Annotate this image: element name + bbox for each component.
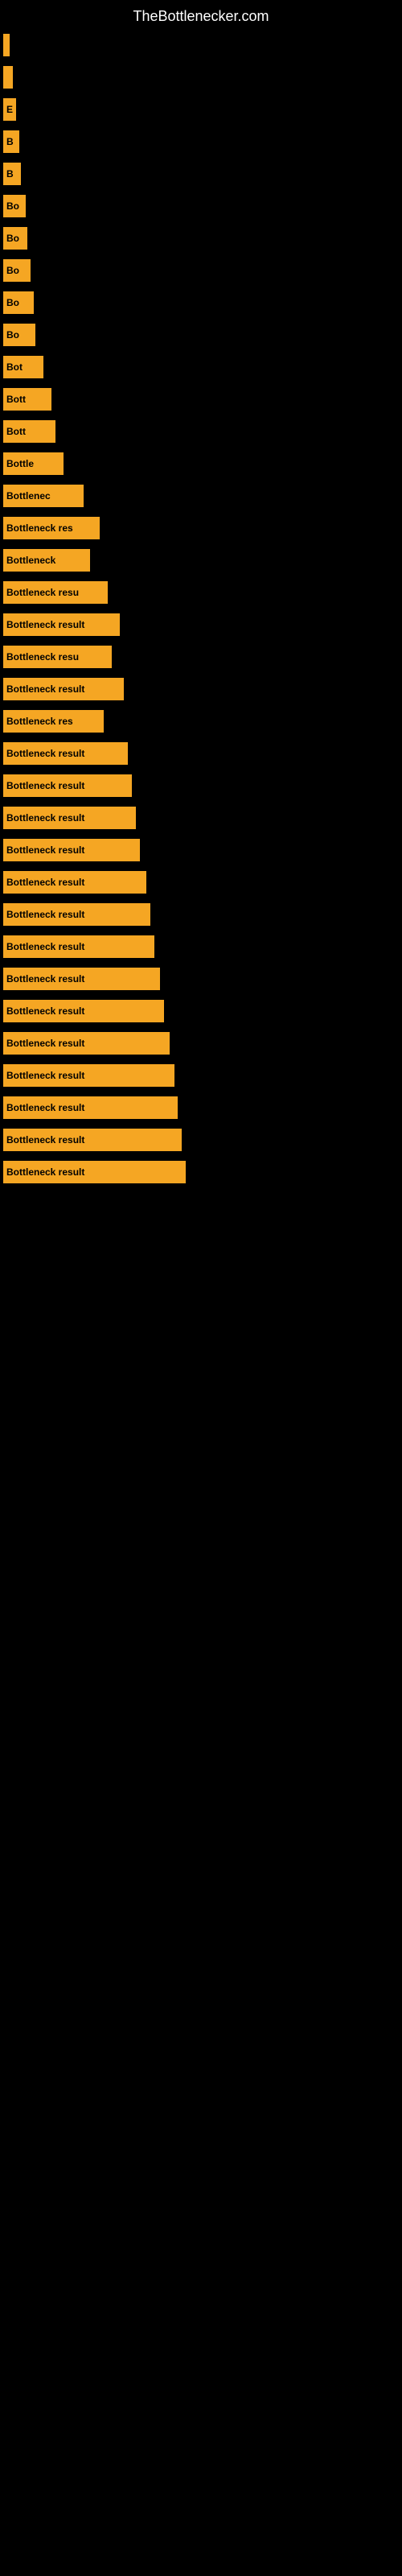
- bar-row: B: [0, 158, 402, 190]
- bar-row: Bottleneck res: [0, 705, 402, 737]
- bar-row: Bo: [0, 190, 402, 222]
- bar-item: Bottleneck res: [3, 710, 104, 733]
- bar-item: Bottleneck result: [3, 1096, 178, 1119]
- bar-row: Bottleneck result: [0, 963, 402, 995]
- bar-item: B: [3, 130, 19, 153]
- bar-item: Bo: [3, 259, 31, 282]
- bar-item: Bottleneck result: [3, 1161, 186, 1183]
- bar-item: Bottleneck result: [3, 807, 136, 829]
- bar-item: Bottleneck result: [3, 1064, 174, 1087]
- site-title: TheBottlenecker.com: [0, 0, 402, 29]
- bar-item: Bottleneck result: [3, 1129, 182, 1151]
- bar-row: Bottleneck result: [0, 1027, 402, 1059]
- bar-row: Bottleneck result: [0, 770, 402, 802]
- bar-item: Bo: [3, 324, 35, 346]
- bar-row: Bo: [0, 287, 402, 319]
- bar-row: Bottle: [0, 448, 402, 480]
- bar-item: Bottleneck result: [3, 678, 124, 700]
- bar-row: Bottleneck result: [0, 1124, 402, 1156]
- bar-item: Bo: [3, 291, 34, 314]
- bar-item: Bottle: [3, 452, 64, 475]
- bar-item: Bott: [3, 420, 55, 443]
- bar-item: [3, 34, 10, 56]
- bar-item: Bot: [3, 356, 43, 378]
- bar-row: Bottleneck result: [0, 931, 402, 963]
- bar-item: B: [3, 163, 21, 185]
- bar-item: Bottleneck result: [3, 935, 154, 958]
- bar-item: Bo: [3, 195, 26, 217]
- bar-item: E: [3, 98, 16, 121]
- bar-row: Bottleneck result: [0, 834, 402, 866]
- bar-row: Bottleneck result: [0, 1059, 402, 1092]
- bar-item: [3, 66, 13, 89]
- bar-row: B: [0, 126, 402, 158]
- bar-row: Bottleneck result: [0, 1156, 402, 1188]
- bar-item: Bottleneck result: [3, 613, 120, 636]
- bar-item: Bottleneck res: [3, 517, 100, 539]
- bar-row: Bottleneck result: [0, 1092, 402, 1124]
- bar-row: Bottleneck result: [0, 898, 402, 931]
- bar-item: Bottleneck: [3, 549, 90, 572]
- bar-row: Bott: [0, 383, 402, 415]
- bar-item: Bottlenec: [3, 485, 84, 507]
- bar-row: Bot: [0, 351, 402, 383]
- bar-item: Bott: [3, 388, 51, 411]
- bar-item: Bottleneck result: [3, 774, 132, 797]
- bar-item: Bottleneck result: [3, 1000, 164, 1022]
- bar-item: Bottleneck result: [3, 1032, 170, 1055]
- bar-row: Bottleneck result: [0, 866, 402, 898]
- bar-item: Bottleneck result: [3, 742, 128, 765]
- bar-row: Bottleneck resu: [0, 576, 402, 609]
- bar-row: Bottleneck result: [0, 609, 402, 641]
- bar-row: Bo: [0, 319, 402, 351]
- bar-row: [0, 29, 402, 61]
- bar-item: Bottleneck resu: [3, 581, 108, 604]
- bar-row: Bottleneck res: [0, 512, 402, 544]
- bar-row: Bottleneck: [0, 544, 402, 576]
- bar-row: Bott: [0, 415, 402, 448]
- bar-row: Bottlenec: [0, 480, 402, 512]
- bar-row: Bottleneck result: [0, 737, 402, 770]
- bar-row: Bottleneck resu: [0, 641, 402, 673]
- bar-row: E: [0, 93, 402, 126]
- bar-row: Bottleneck result: [0, 802, 402, 834]
- bar-row: Bottleneck result: [0, 995, 402, 1027]
- bar-row: Bo: [0, 254, 402, 287]
- bar-row: [0, 61, 402, 93]
- bar-item: Bottleneck resu: [3, 646, 112, 668]
- bar-row: Bottleneck result: [0, 673, 402, 705]
- bar-item: Bottleneck result: [3, 903, 150, 926]
- bar-row: Bo: [0, 222, 402, 254]
- bar-item: Bo: [3, 227, 27, 250]
- bar-item: Bottleneck result: [3, 839, 140, 861]
- bar-item: Bottleneck result: [3, 871, 146, 894]
- bar-item: Bottleneck result: [3, 968, 160, 990]
